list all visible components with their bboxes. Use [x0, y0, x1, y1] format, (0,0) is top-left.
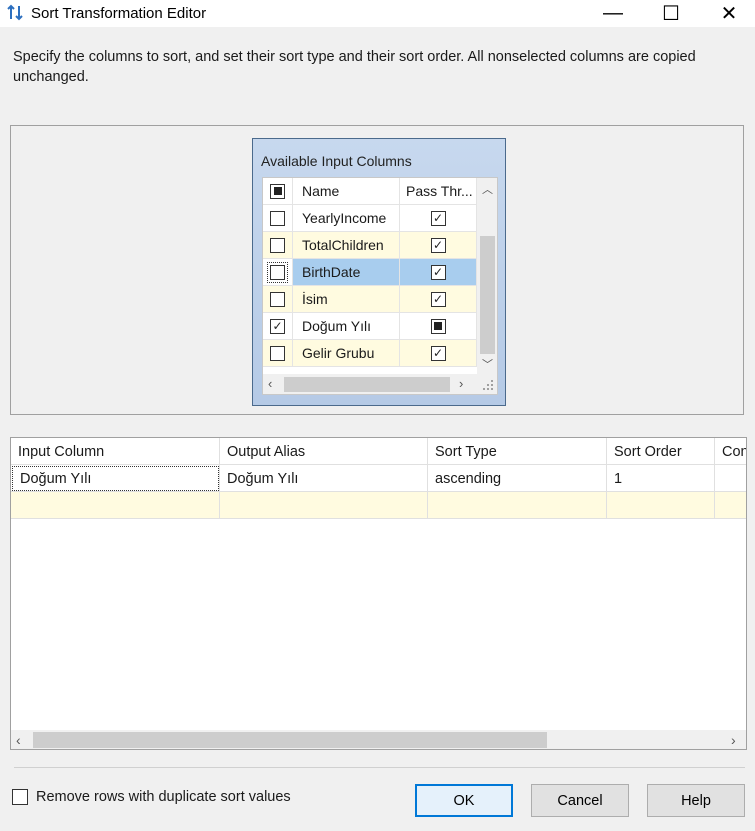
table-row[interactable]: Doğum Yılı Doğum Yılı ascending 1 — [11, 465, 746, 492]
available-columns-title: Available Input Columns — [261, 153, 412, 169]
input-column-header[interactable]: Input Column — [11, 438, 220, 465]
columns-header-row: Name Pass Thr... — [263, 178, 477, 205]
column-row[interactable]: İsim ✓ — [263, 286, 477, 313]
scroll-right-icon[interactable]: › — [459, 376, 463, 391]
available-columns-grid: Name Pass Thr... YearlyIncome ✓ TotalChi… — [262, 177, 498, 395]
new-row-cell[interactable] — [715, 492, 746, 519]
name-header[interactable]: Name — [293, 178, 400, 205]
select-checkbox[interactable] — [267, 261, 288, 283]
pass-through-checkbox[interactable] — [430, 318, 446, 334]
pass-through-header[interactable]: Pass Thr... — [400, 178, 477, 205]
pass-through-checkbox[interactable]: ✓ — [430, 210, 446, 226]
select-checkbox[interactable] — [270, 291, 285, 307]
select-checkbox[interactable]: ✓ — [270, 318, 285, 334]
ok-button[interactable]: OK — [415, 784, 513, 817]
grid-horizontal-scrollbar[interactable]: ‹ › — [11, 730, 746, 749]
designer-panel: Available Input Columns Name Pass Thr...… — [10, 125, 744, 415]
output-alias-header[interactable]: Output Alias — [220, 438, 428, 465]
column-row[interactable]: YearlyIncome ✓ — [263, 205, 477, 232]
maximize-button[interactable]: ☐ — [648, 0, 694, 27]
scroll-left-icon[interactable]: ‹ — [16, 732, 21, 748]
remove-duplicates-option[interactable]: Remove rows with duplicate sort values — [12, 789, 291, 805]
pass-through-checkbox[interactable]: ✓ — [430, 264, 446, 280]
comparison-flags-header[interactable]: Con — [715, 438, 746, 465]
grid-header-row: Input Column Output Alias Sort Type Sort… — [11, 438, 746, 465]
column-row[interactable]: ✓ Doğum Yılı — [263, 313, 477, 340]
column-row-selected[interactable]: BirthDate ✓ — [263, 259, 477, 286]
select-checkbox[interactable] — [270, 237, 285, 253]
column-name: İsim — [293, 286, 400, 313]
select-checkbox[interactable] — [270, 345, 285, 361]
pass-through-checkbox[interactable]: ✓ — [430, 237, 446, 253]
column-name: Doğum Yılı — [293, 313, 400, 340]
sort-order-cell[interactable]: 1 — [607, 465, 715, 492]
minimize-button[interactable]: — — [590, 0, 636, 27]
scroll-right-icon[interactable]: › — [731, 732, 736, 748]
new-row-cell[interactable] — [607, 492, 715, 519]
scroll-down-icon[interactable]: ﹀ — [482, 356, 493, 372]
sort-type-cell[interactable]: ascending — [428, 465, 607, 492]
available-input-columns-box: Available Input Columns Name Pass Thr...… — [252, 138, 506, 406]
column-name: BirthDate — [293, 259, 400, 286]
remove-duplicates-checkbox[interactable] — [12, 789, 28, 805]
column-row[interactable]: TotalChildren ✓ — [263, 232, 477, 259]
vertical-scrollbar[interactable]: ︿ ﹀ — [477, 178, 497, 374]
column-name: Gelir Grubu — [293, 340, 400, 367]
new-row[interactable] — [11, 492, 746, 519]
pass-through-checkbox[interactable]: ✓ — [430, 291, 446, 307]
divider — [14, 767, 745, 768]
scroll-thumb[interactable] — [480, 236, 495, 354]
scroll-up-icon[interactable]: ︿ — [482, 181, 493, 197]
scroll-left-icon[interactable]: ‹ — [268, 376, 272, 391]
remove-duplicates-label[interactable]: Remove rows with duplicate sort values — [36, 789, 291, 805]
select-checkbox[interactable] — [270, 210, 285, 226]
resize-grip-icon[interactable] — [477, 374, 497, 394]
close-button[interactable]: ✕ — [706, 0, 752, 27]
sort-type-header[interactable]: Sort Type — [428, 438, 607, 465]
window-title: Sort Transformation Editor — [31, 5, 207, 22]
comparison-flags-cell[interactable] — [715, 465, 746, 492]
new-row-cell[interactable] — [428, 492, 607, 519]
help-button[interactable]: Help — [647, 784, 745, 817]
column-name: YearlyIncome — [293, 205, 400, 232]
output-alias-cell[interactable]: Doğum Yılı — [220, 465, 428, 492]
new-row-cell[interactable] — [11, 492, 220, 519]
column-row[interactable]: Gelir Grubu ✓ — [263, 340, 477, 367]
column-name: TotalChildren — [293, 232, 400, 259]
new-row-cell[interactable] — [220, 492, 428, 519]
cancel-button[interactable]: Cancel — [531, 784, 629, 817]
select-all-checkbox[interactable] — [270, 183, 285, 199]
description-text: Specify the columns to sort, and set the… — [13, 49, 696, 85]
horizontal-scrollbar[interactable]: ‹ › — [263, 374, 477, 394]
input-column-cell[interactable]: Doğum Yılı — [11, 465, 220, 492]
sort-order-header[interactable]: Sort Order — [607, 438, 715, 465]
sort-columns-grid: Input Column Output Alias Sort Type Sort… — [10, 437, 747, 750]
sort-icon — [7, 4, 23, 21]
scroll-thumb[interactable] — [284, 377, 450, 392]
scroll-thumb[interactable] — [33, 732, 547, 748]
pass-through-checkbox[interactable]: ✓ — [430, 345, 446, 361]
title-bar: Sort Transformation Editor — ☐ ✕ — [0, 0, 755, 27]
